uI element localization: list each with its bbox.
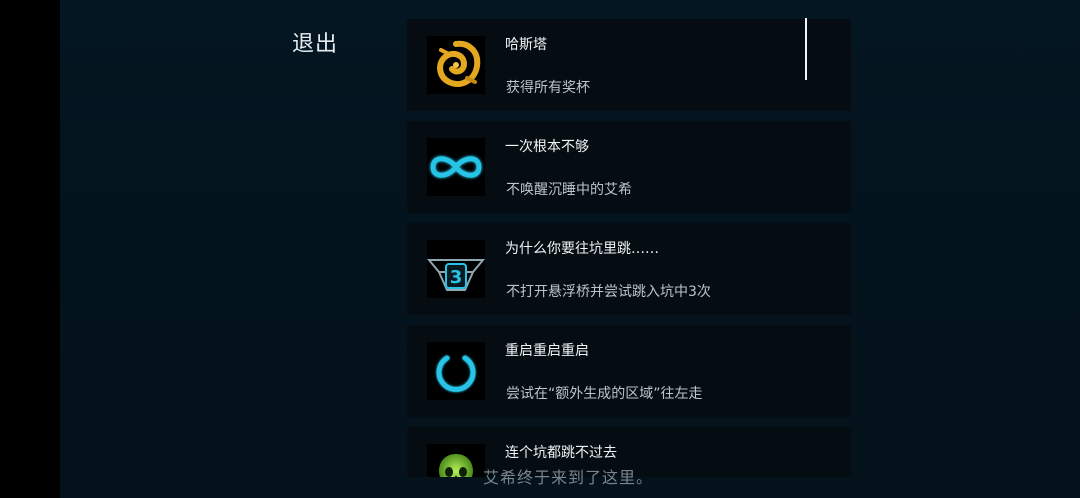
achievement-item-restart[interactable]: 重启重启重启 尝试在“额外生成的区域”往左走 [407,325,851,417]
story-subtitle: 艾希终于来到了这里。 [482,468,653,487]
list-scrollbar[interactable] [805,18,807,80]
bridge-number-3-icon: 3 [427,240,485,298]
achievement-title: 重启重启重启 [505,343,589,359]
achievement-list[interactable]: 哈斯塔 获得所有奖杯 一次根本不够 不唤醒沉睡中的艾希 3 为什么你要往坑里跳…… [407,19,851,477]
achievement-item-hastur[interactable]: 哈斯塔 获得所有奖杯 [407,19,851,111]
achievement-item-jump-pit[interactable]: 3 为什么你要往坑里跳…… 不打开悬浮桥并尝试跳入坑中3次 [407,223,851,315]
power-icon [427,342,485,400]
achievement-description: 获得所有奖杯 [506,80,590,96]
achievement-title: 一次根本不够 [505,139,589,155]
achievement-description: 尝试在“额外生成的区域”往左走 [506,386,703,402]
achievement-description: 不打开悬浮桥并尝试跳入坑中3次 [506,284,711,300]
game-screen: 退出 哈斯塔 获得所有奖杯 一次根本不够 不唤醒沉睡中的艾希 3 为什么你要往坑… [60,0,1080,498]
achievement-title: 哈斯塔 [505,37,547,53]
golden-spiral-icon [427,36,485,94]
achievement-item-not-enough[interactable]: 一次根本不够 不唤醒沉睡中的艾希 [407,121,851,213]
achievement-title: 为什么你要往坑里跳…… [505,241,659,257]
achievement-title: 连个坑都跳不过去 [505,445,617,461]
achievement-description: 不唤醒沉睡中的艾希 [506,182,632,198]
infinity-icon [427,138,485,196]
quit-button[interactable]: 退出 [292,26,338,58]
bridge-number-label: 3 [450,267,463,288]
